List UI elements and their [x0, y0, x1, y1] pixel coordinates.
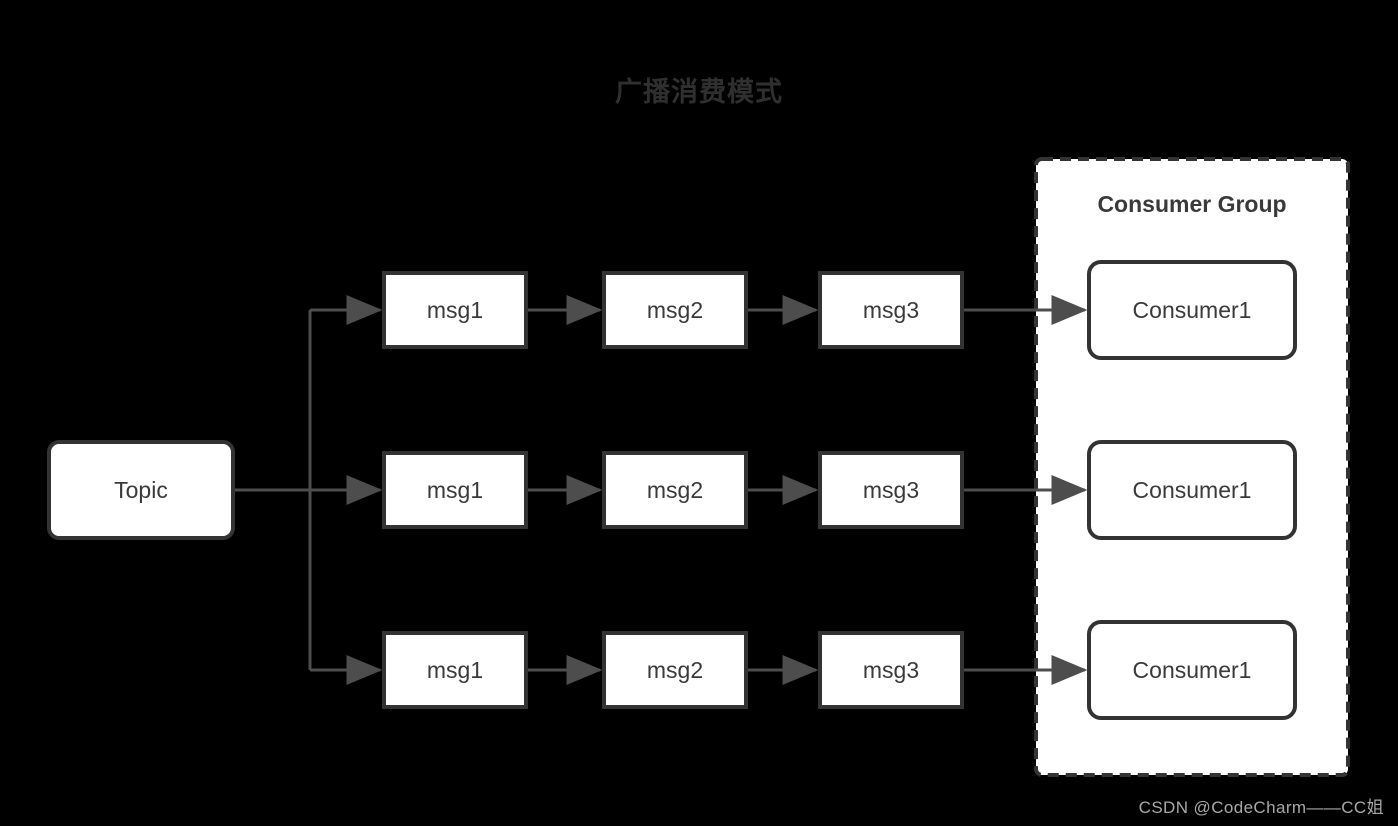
msg-node-row2-0[interactable] [382, 631, 528, 709]
topic-node[interactable] [47, 440, 235, 540]
diagram-canvas: 广播消费模式 Consumer Group Topic msg1 msg2 ms… [0, 0, 1398, 826]
diagram-graphics [47, 157, 1350, 777]
msg-node-row2-1[interactable] [602, 631, 748, 709]
watermark-text: CSDN @CodeCharm——CC姐 [1138, 798, 1384, 817]
msg-node-row0-2[interactable] [818, 271, 964, 349]
msg-node-row1-0[interactable] [382, 451, 528, 529]
msg-node-row1-2[interactable] [818, 451, 964, 529]
msg-node-row0-1[interactable] [602, 271, 748, 349]
consumer-node-1[interactable] [1087, 440, 1297, 540]
consumer-node-0[interactable] [1087, 260, 1297, 360]
consumer-node-2[interactable] [1087, 620, 1297, 720]
diagram-title: 广播消费模式 [615, 77, 783, 107]
msg-node-row0-0[interactable] [382, 271, 528, 349]
msg-node-row2-2[interactable] [818, 631, 964, 709]
consumer-group-title: Consumer Group [1097, 191, 1287, 217]
msg-node-row1-1[interactable] [602, 451, 748, 529]
